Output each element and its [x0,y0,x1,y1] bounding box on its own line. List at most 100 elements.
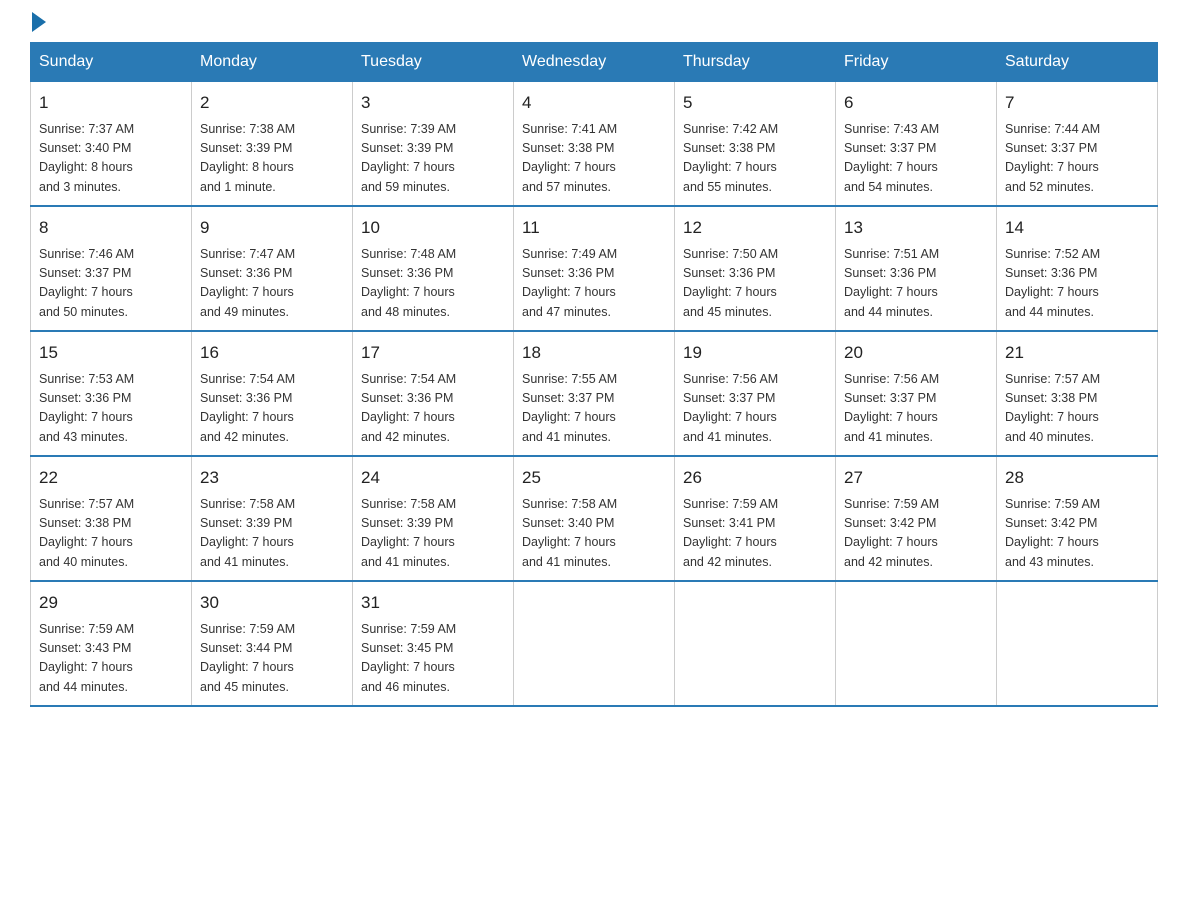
calendar-cell: 22 Sunrise: 7:57 AMSunset: 3:38 PMDaylig… [31,456,192,581]
day-info: Sunrise: 7:46 AMSunset: 3:37 PMDaylight:… [39,245,183,323]
day-info: Sunrise: 7:54 AMSunset: 3:36 PMDaylight:… [200,370,344,448]
calendar-cell: 31 Sunrise: 7:59 AMSunset: 3:45 PMDaylig… [353,581,514,706]
day-number: 11 [522,215,666,241]
calendar-week-3: 15 Sunrise: 7:53 AMSunset: 3:36 PMDaylig… [31,331,1158,456]
calendar-cell: 1 Sunrise: 7:37 AMSunset: 3:40 PMDayligh… [31,82,192,207]
calendar-week-2: 8 Sunrise: 7:46 AMSunset: 3:37 PMDayligh… [31,206,1158,331]
calendar-cell: 10 Sunrise: 7:48 AMSunset: 3:36 PMDaylig… [353,206,514,331]
day-number: 16 [200,340,344,366]
calendar-cell: 7 Sunrise: 7:44 AMSunset: 3:37 PMDayligh… [997,82,1158,207]
col-header-tuesday: Tuesday [353,43,514,82]
day-info: Sunrise: 7:57 AMSunset: 3:38 PMDaylight:… [1005,370,1149,448]
day-info: Sunrise: 7:59 AMSunset: 3:44 PMDaylight:… [200,620,344,698]
calendar-cell: 12 Sunrise: 7:50 AMSunset: 3:36 PMDaylig… [675,206,836,331]
day-info: Sunrise: 7:58 AMSunset: 3:39 PMDaylight:… [200,495,344,573]
calendar-cell: 14 Sunrise: 7:52 AMSunset: 3:36 PMDaylig… [997,206,1158,331]
day-info: Sunrise: 7:43 AMSunset: 3:37 PMDaylight:… [844,120,988,198]
day-number: 28 [1005,465,1149,491]
calendar-cell: 21 Sunrise: 7:57 AMSunset: 3:38 PMDaylig… [997,331,1158,456]
day-info: Sunrise: 7:38 AMSunset: 3:39 PMDaylight:… [200,120,344,198]
day-info: Sunrise: 7:49 AMSunset: 3:36 PMDaylight:… [522,245,666,323]
calendar-cell: 20 Sunrise: 7:56 AMSunset: 3:37 PMDaylig… [836,331,997,456]
calendar-header-row: SundayMondayTuesdayWednesdayThursdayFrid… [31,43,1158,82]
day-number: 9 [200,215,344,241]
day-number: 12 [683,215,827,241]
calendar-cell [675,581,836,706]
day-info: Sunrise: 7:44 AMSunset: 3:37 PMDaylight:… [1005,120,1149,198]
day-number: 4 [522,90,666,116]
day-info: Sunrise: 7:48 AMSunset: 3:36 PMDaylight:… [361,245,505,323]
calendar-cell: 23 Sunrise: 7:58 AMSunset: 3:39 PMDaylig… [192,456,353,581]
day-info: Sunrise: 7:47 AMSunset: 3:36 PMDaylight:… [200,245,344,323]
calendar-cell: 9 Sunrise: 7:47 AMSunset: 3:36 PMDayligh… [192,206,353,331]
calendar-cell: 13 Sunrise: 7:51 AMSunset: 3:36 PMDaylig… [836,206,997,331]
day-number: 10 [361,215,505,241]
day-info: Sunrise: 7:42 AMSunset: 3:38 PMDaylight:… [683,120,827,198]
day-info: Sunrise: 7:59 AMSunset: 3:41 PMDaylight:… [683,495,827,573]
calendar-cell [836,581,997,706]
calendar-table: SundayMondayTuesdayWednesdayThursdayFrid… [30,42,1158,707]
day-number: 26 [683,465,827,491]
day-number: 24 [361,465,505,491]
day-number: 27 [844,465,988,491]
calendar-cell: 8 Sunrise: 7:46 AMSunset: 3:37 PMDayligh… [31,206,192,331]
day-info: Sunrise: 7:59 AMSunset: 3:42 PMDaylight:… [1005,495,1149,573]
day-info: Sunrise: 7:41 AMSunset: 3:38 PMDaylight:… [522,120,666,198]
calendar-cell: 16 Sunrise: 7:54 AMSunset: 3:36 PMDaylig… [192,331,353,456]
calendar-cell: 27 Sunrise: 7:59 AMSunset: 3:42 PMDaylig… [836,456,997,581]
day-number: 3 [361,90,505,116]
day-number: 22 [39,465,183,491]
day-info: Sunrise: 7:39 AMSunset: 3:39 PMDaylight:… [361,120,505,198]
col-header-sunday: Sunday [31,43,192,82]
day-number: 23 [200,465,344,491]
calendar-cell: 24 Sunrise: 7:58 AMSunset: 3:39 PMDaylig… [353,456,514,581]
day-info: Sunrise: 7:58 AMSunset: 3:39 PMDaylight:… [361,495,505,573]
day-number: 1 [39,90,183,116]
day-number: 6 [844,90,988,116]
day-number: 13 [844,215,988,241]
logo-arrow-icon [32,12,46,32]
day-number: 30 [200,590,344,616]
calendar-week-1: 1 Sunrise: 7:37 AMSunset: 3:40 PMDayligh… [31,82,1158,207]
col-header-monday: Monday [192,43,353,82]
calendar-cell: 3 Sunrise: 7:39 AMSunset: 3:39 PMDayligh… [353,82,514,207]
day-info: Sunrise: 7:51 AMSunset: 3:36 PMDaylight:… [844,245,988,323]
day-info: Sunrise: 7:56 AMSunset: 3:37 PMDaylight:… [844,370,988,448]
logo [30,20,46,32]
calendar-cell: 4 Sunrise: 7:41 AMSunset: 3:38 PMDayligh… [514,82,675,207]
day-info: Sunrise: 7:58 AMSunset: 3:40 PMDaylight:… [522,495,666,573]
calendar-week-5: 29 Sunrise: 7:59 AMSunset: 3:43 PMDaylig… [31,581,1158,706]
col-header-saturday: Saturday [997,43,1158,82]
day-number: 19 [683,340,827,366]
day-number: 2 [200,90,344,116]
calendar-cell: 30 Sunrise: 7:59 AMSunset: 3:44 PMDaylig… [192,581,353,706]
calendar-cell: 28 Sunrise: 7:59 AMSunset: 3:42 PMDaylig… [997,456,1158,581]
day-number: 17 [361,340,505,366]
day-number: 25 [522,465,666,491]
day-number: 15 [39,340,183,366]
day-number: 21 [1005,340,1149,366]
calendar-cell: 2 Sunrise: 7:38 AMSunset: 3:39 PMDayligh… [192,82,353,207]
day-info: Sunrise: 7:59 AMSunset: 3:45 PMDaylight:… [361,620,505,698]
calendar-cell: 11 Sunrise: 7:49 AMSunset: 3:36 PMDaylig… [514,206,675,331]
col-header-wednesday: Wednesday [514,43,675,82]
day-info: Sunrise: 7:59 AMSunset: 3:42 PMDaylight:… [844,495,988,573]
day-number: 31 [361,590,505,616]
day-number: 7 [1005,90,1149,116]
day-info: Sunrise: 7:50 AMSunset: 3:36 PMDaylight:… [683,245,827,323]
page-header [30,20,1158,32]
day-info: Sunrise: 7:59 AMSunset: 3:43 PMDaylight:… [39,620,183,698]
day-info: Sunrise: 7:55 AMSunset: 3:37 PMDaylight:… [522,370,666,448]
day-info: Sunrise: 7:52 AMSunset: 3:36 PMDaylight:… [1005,245,1149,323]
day-number: 5 [683,90,827,116]
day-number: 14 [1005,215,1149,241]
day-info: Sunrise: 7:37 AMSunset: 3:40 PMDaylight:… [39,120,183,198]
day-number: 18 [522,340,666,366]
col-header-friday: Friday [836,43,997,82]
col-header-thursday: Thursday [675,43,836,82]
day-info: Sunrise: 7:53 AMSunset: 3:36 PMDaylight:… [39,370,183,448]
calendar-cell: 26 Sunrise: 7:59 AMSunset: 3:41 PMDaylig… [675,456,836,581]
day-number: 29 [39,590,183,616]
day-info: Sunrise: 7:56 AMSunset: 3:37 PMDaylight:… [683,370,827,448]
calendar-week-4: 22 Sunrise: 7:57 AMSunset: 3:38 PMDaylig… [31,456,1158,581]
